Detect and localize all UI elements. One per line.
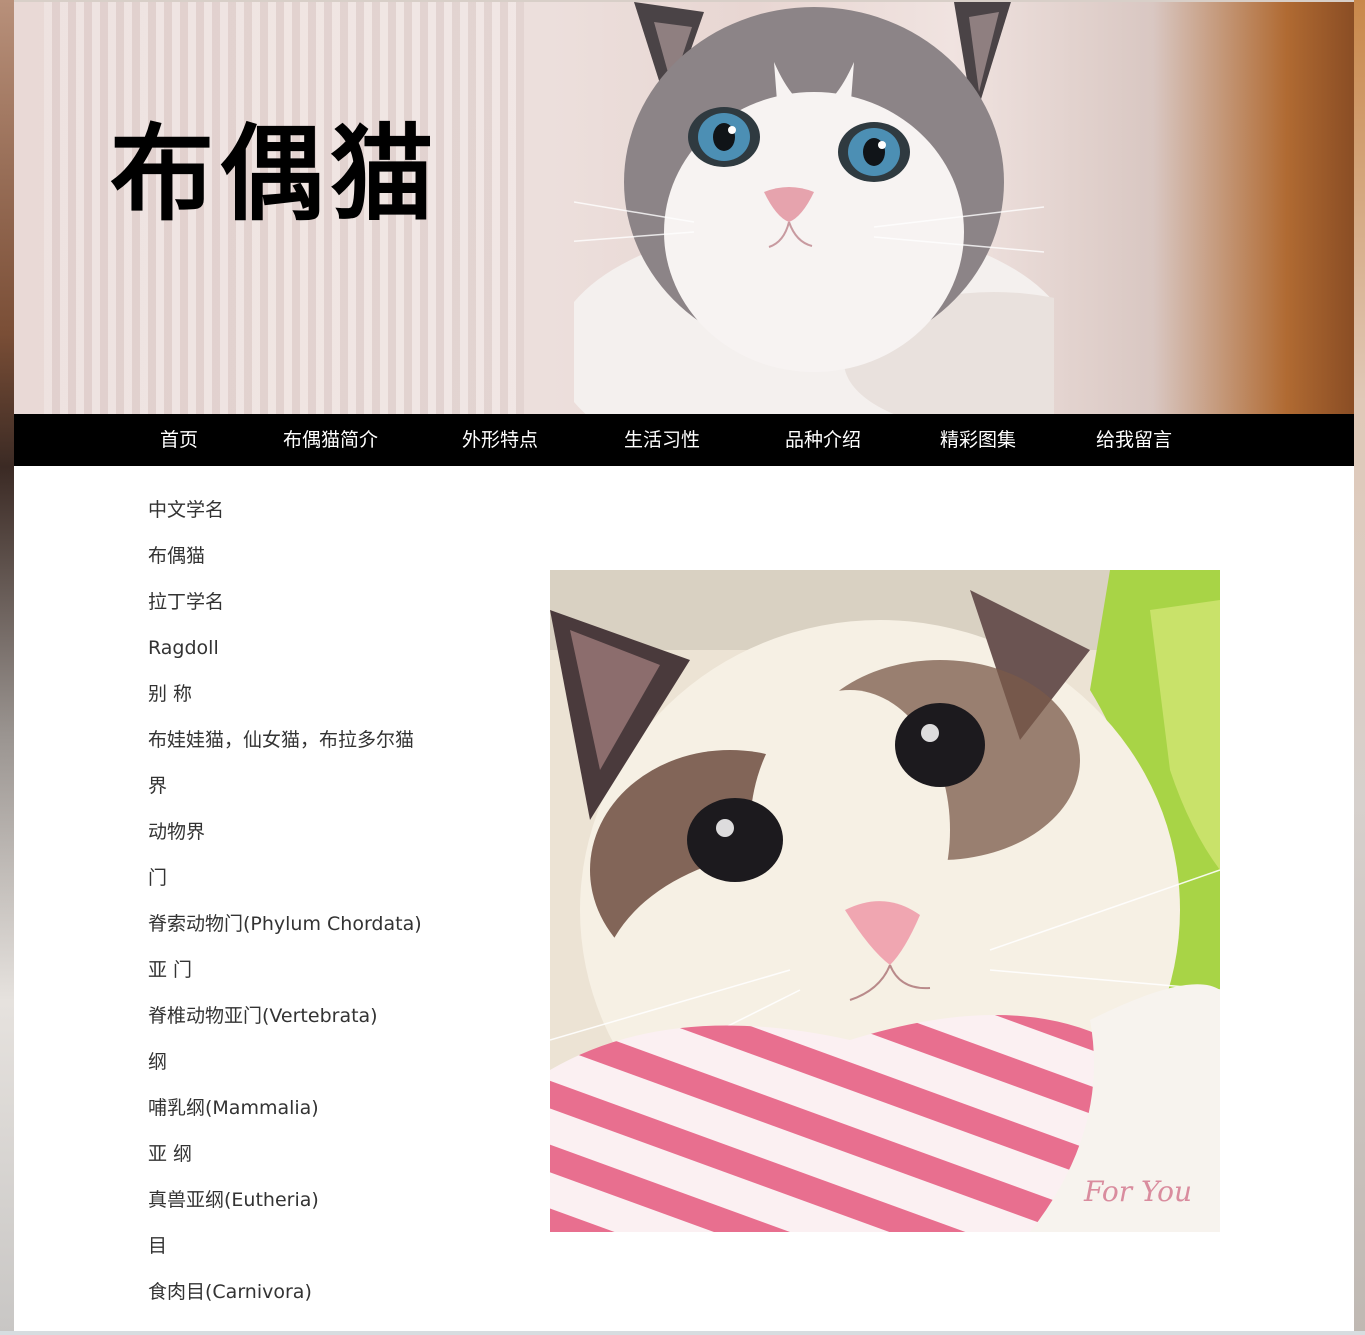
info-value-subphylum: 脊椎动物亚门(Vertebrata) (148, 1005, 378, 1027)
main-navigation: 首页 布偶猫简介 外形特点 生活习性 品种介绍 精彩图集 给我留言 (14, 414, 1354, 466)
info-label-subphylum: 亚 门 (148, 959, 193, 981)
info-list: 中文学名 布偶猫 拉丁学名 Ragdoll 别 称 布娃娃猫，仙女猫，布拉多尔猫… (148, 494, 508, 1322)
header-banner: 布偶猫 (14, 2, 1354, 414)
cat-photo: For You (550, 570, 1220, 1232)
info-label-kingdom: 界 (148, 775, 168, 797)
nav-item-appearance[interactable]: 外形特点 (462, 414, 538, 466)
info-value-kingdom: 动物界 (148, 821, 206, 843)
background-right-edge (1354, 0, 1365, 1335)
nav-item-breeds[interactable]: 品种介绍 (785, 414, 861, 466)
page-container: 布偶猫 首页 布偶猫简介 外形特点 生活习性 品种介绍 精彩图集 给我留言 中文… (14, 2, 1354, 1331)
info-label-phylum: 门 (148, 867, 168, 889)
site-title: 布偶猫 (110, 113, 441, 235)
background-bottom-edge (0, 1331, 1365, 1335)
info-value-class: 哺乳纲(Mammalia) (148, 1097, 319, 1119)
info-label-chinese-name: 中文学名 (148, 499, 225, 521)
nav-item-gallery[interactable]: 精彩图集 (940, 414, 1016, 466)
info-value-alias: 布娃娃猫，仙女猫，布拉多尔猫 (148, 729, 415, 751)
info-label-class: 纲 (148, 1051, 168, 1073)
info-label-latin-name: 拉丁学名 (148, 591, 225, 613)
info-value-subclass: 真兽亚纲(Eutheria) (148, 1189, 319, 1211)
info-value-order: 食肉目(Carnivora) (148, 1281, 312, 1303)
nav-item-habits[interactable]: 生活习性 (624, 414, 700, 466)
background-left-edge (0, 0, 14, 1335)
info-label-subclass: 亚 纲 (148, 1143, 193, 1165)
info-value-latin-name: Ragdoll (148, 637, 219, 659)
cat-photo-image (550, 570, 1220, 1232)
banner-cat-image (574, 2, 1054, 414)
info-value-phylum: 脊索动物门(Phylum Chordata) (148, 913, 422, 935)
nav-item-home[interactable]: 首页 (160, 414, 198, 466)
nav-item-guestbook[interactable]: 给我留言 (1096, 414, 1172, 466)
info-label-alias: 别 称 (148, 683, 193, 705)
info-value-chinese-name: 布偶猫 (148, 545, 206, 567)
nav-item-intro[interactable]: 布偶猫简介 (283, 414, 378, 466)
info-label-order: 目 (148, 1235, 168, 1257)
photo-signature: For You (1084, 1175, 1192, 1208)
